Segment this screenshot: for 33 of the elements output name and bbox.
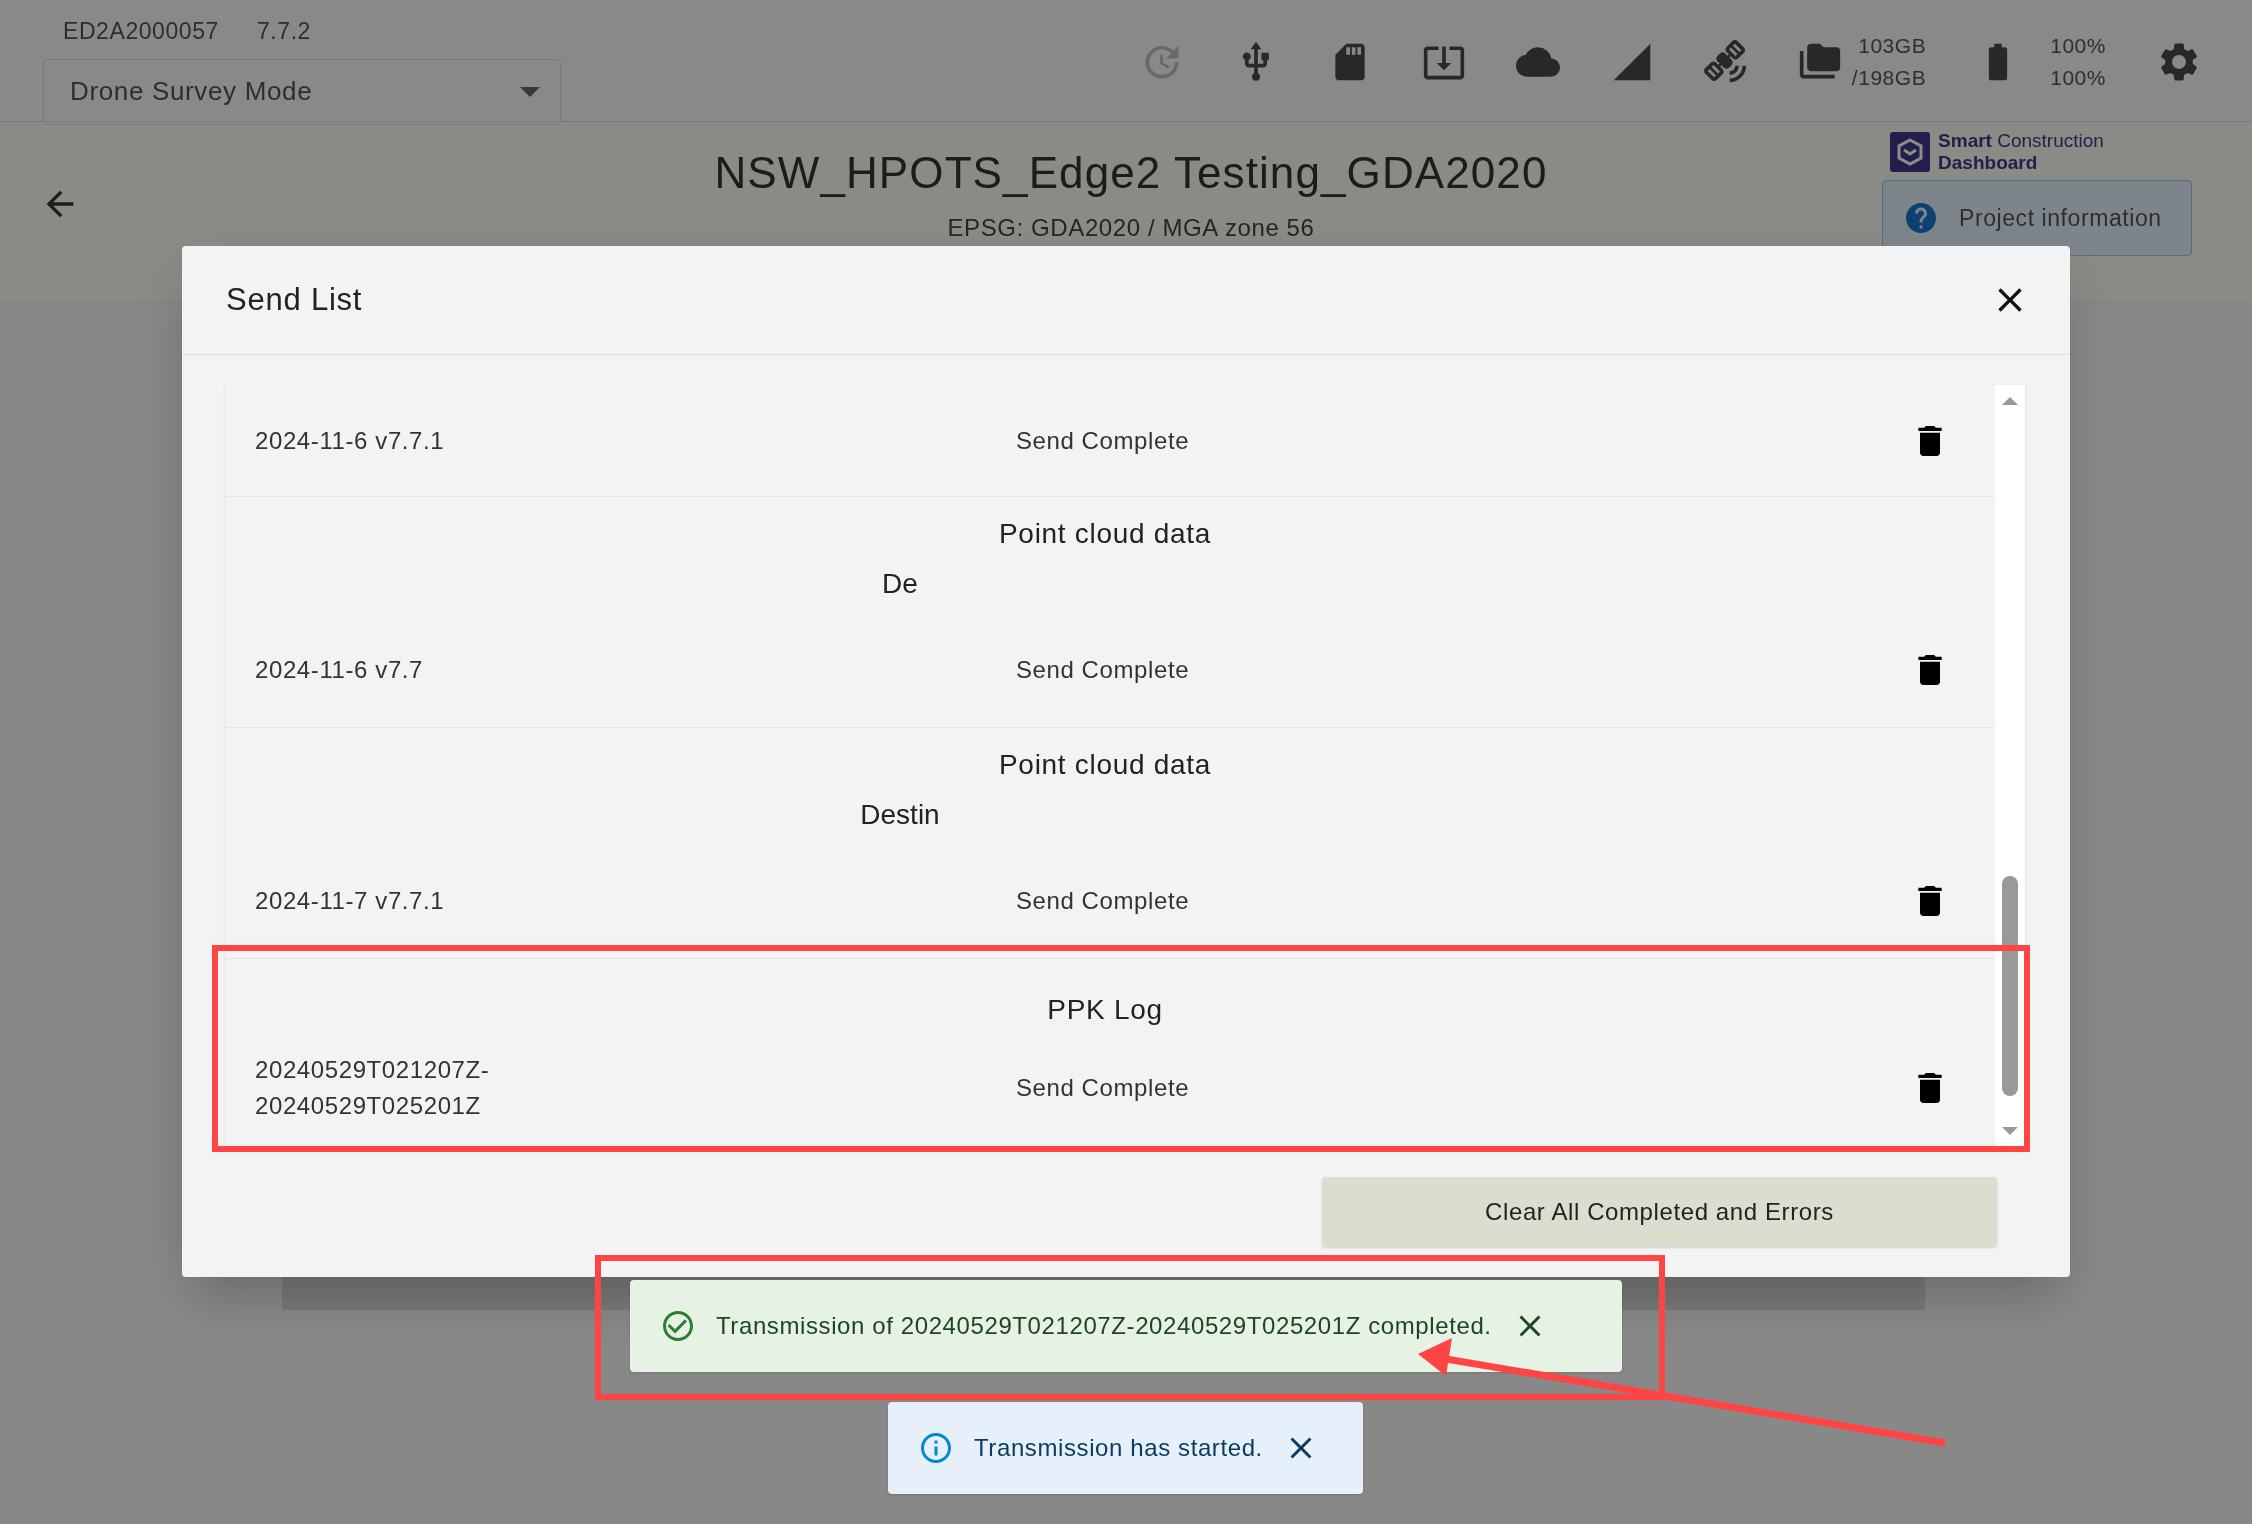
project-title: NSW_HPOTS_Edge2 Testing_GDA2020 <box>714 147 1548 199</box>
project-info-button[interactable]: Project information <box>1882 180 2192 256</box>
logo-text: Smart Construction <box>1938 130 2104 152</box>
destination-label: Destin <box>859 797 941 832</box>
transfer-name: 2024-11-7 v7.7.1 <box>255 885 446 916</box>
data-type-label: PPK Log <box>1047 993 1163 1028</box>
transfer-status: Send Complete <box>1015 654 1190 685</box>
battery-reading: 100% <box>2050 65 2106 91</box>
data-type-label: Point cloud data <box>999 747 1211 782</box>
caret-icon <box>520 86 540 97</box>
firmware-version: 7.7.2 <box>256 17 311 46</box>
device-serial: ED2A2000057 <box>63 17 219 46</box>
toast-message: Transmission has started. <box>974 1433 1263 1463</box>
storage-used: 103GB <box>1858 33 1927 59</box>
transfer-status: Send Complete <box>1015 425 1190 456</box>
transfer-name: 2024-11-6 v7.7 <box>255 654 425 685</box>
transfer-status: Send Complete <box>1015 885 1190 916</box>
transfer-status: Send Complete <box>1015 1073 1190 1104</box>
logo-text: Dashboard <box>1938 152 2039 174</box>
satellite-icon <box>1703 40 1748 84</box>
coordinate-system: EPSG: GDA2020 / MGA zone 56 <box>947 213 1315 243</box>
logo-icon <box>1890 132 1931 172</box>
dialog-title: Send List <box>226 280 363 319</box>
toast-message: Transmission of 20240529T021207Z-20240529T025201Z completed. <box>716 1311 1492 1341</box>
storage-total: /198GB <box>1851 65 1927 91</box>
transfer-name: 20240529T021207Z-20240529T025201Z <box>255 1055 491 1122</box>
data-type-label: Point cloud data <box>999 516 1211 551</box>
help-icon <box>1903 200 1939 236</box>
transfer-name: 2024-11-6 v7.7.1 <box>255 425 446 456</box>
clear-completed-button[interactable]: Clear All Completed and Errors <box>1322 1177 1997 1247</box>
destination-label: De <box>881 566 919 601</box>
info-icon <box>918 1430 954 1466</box>
battery-reading: 100% <box>2050 33 2106 59</box>
